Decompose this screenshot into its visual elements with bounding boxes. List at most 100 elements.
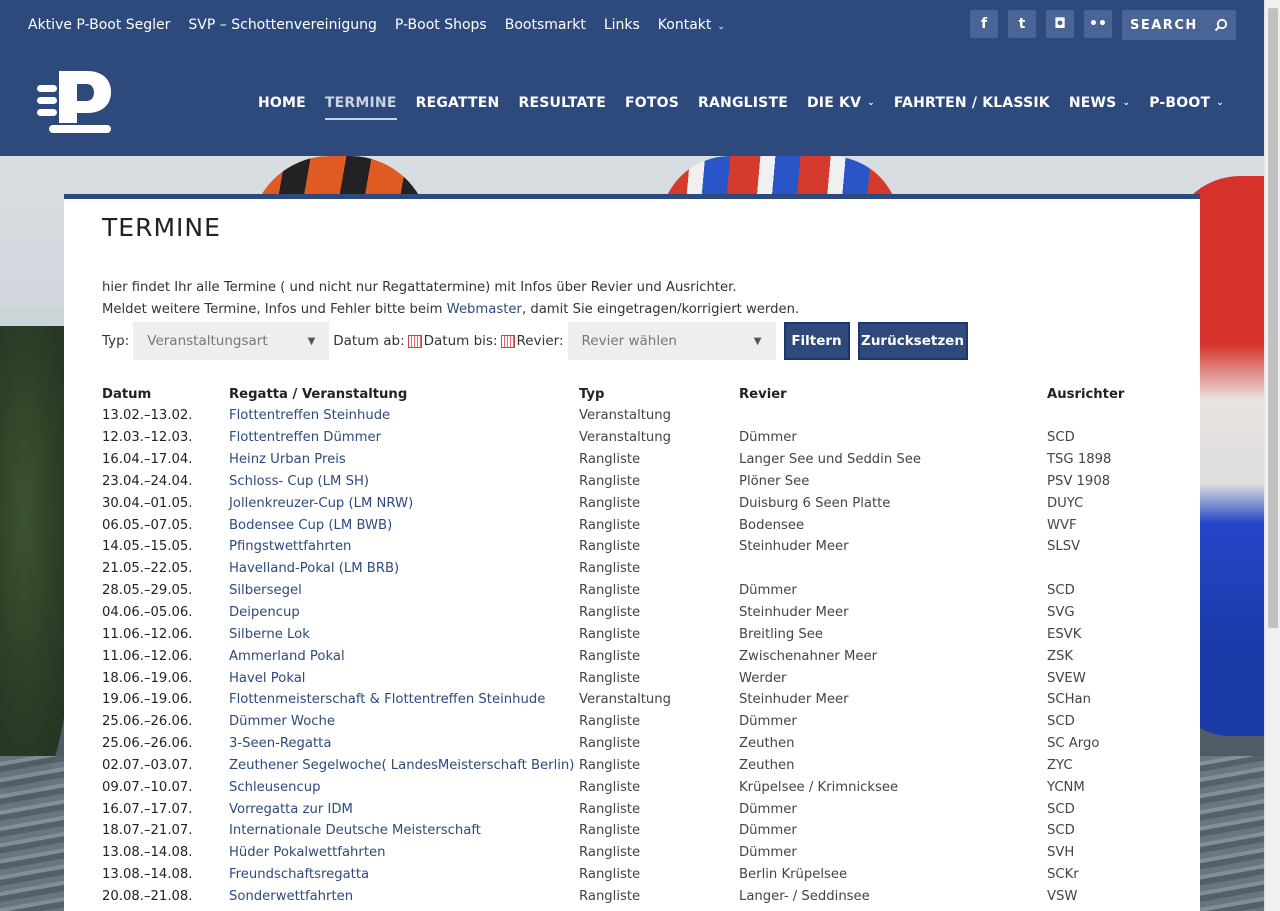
datum-ab-calendar-icon[interactable]: [407, 334, 422, 348]
chevron-down-icon: ⌄: [1122, 98, 1131, 108]
filter-button[interactable]: Filtern: [783, 322, 850, 360]
cell-datum: 30.04.–01.05.: [102, 495, 193, 511]
cell-datum: 23.04.–24.04.: [102, 473, 193, 489]
cell-ausrichter: ESVK: [1047, 626, 1082, 642]
revier-select[interactable]: Revier wählen ▼: [567, 322, 776, 360]
cell-regatta-link[interactable]: Dümmer Woche: [229, 711, 579, 733]
typ-select-arrow-icon: ▼: [307, 335, 316, 347]
cell-datum: 16.04.–17.04.: [102, 452, 193, 468]
twitter-icon[interactable]: t: [1008, 10, 1036, 38]
top-link-1[interactable]: SVP – Schottenvereinigung: [188, 17, 376, 33]
typ-select[interactable]: Veranstaltungsart ▼: [133, 322, 330, 360]
cell-regatta-link[interactable]: Deipencup: [229, 602, 579, 624]
cell-typ: Rangliste: [579, 561, 641, 577]
header-typ[interactable]: Typ: [579, 384, 739, 405]
intro-line-1: hier findet Ihr alle Termine ( und nicht…: [102, 280, 737, 295]
cell-regatta-link[interactable]: Silbersegel: [229, 580, 579, 602]
top-link-5[interactable]: Kontakt ⌄: [658, 17, 725, 33]
cell-revier: Berlin Krüpelsee: [739, 867, 848, 883]
main-nav: HOME TERMINE REGATTEN RESULTATE FOTOS RANGLIS…: [239, 50, 1224, 156]
cell-regatta-link[interactable]: Jollenkreuzer-Cup (LM NRW): [229, 492, 579, 514]
cell-revier: Breitling See: [739, 626, 823, 642]
nav-item-label: FOTOS: [625, 95, 680, 111]
cell-regatta-link[interactable]: Sonderwettfahrten: [229, 886, 579, 908]
cell-regatta-link[interactable]: Heinz Urban Preis: [229, 449, 579, 471]
cell-datum: 20.08.–21.08.: [102, 888, 193, 904]
cell-revier: Plöner See: [739, 473, 810, 489]
cell-regatta-link[interactable]: Ammerland Pokal: [229, 645, 579, 667]
page-scrollbar[interactable]: [1264, 0, 1280, 911]
scrollbar-thumb[interactable]: [1268, 8, 1278, 628]
top-link-label: Kontakt: [657, 17, 712, 33]
cell-regatta-link[interactable]: Havel Pokal: [229, 667, 579, 689]
flickr-icon[interactable]: ••: [1084, 10, 1112, 38]
instagram-icon[interactable]: ◘: [1046, 10, 1074, 38]
cell-datum: 11.06.–12.06.: [102, 648, 193, 664]
cell-typ: Veranstaltung: [579, 430, 672, 446]
search-icon[interactable]: [1214, 18, 1228, 32]
cell-regatta-link[interactable]: 3-Seen-Regatta: [229, 733, 579, 755]
cell-regatta-link[interactable]: Vorregatta zur IDM: [229, 798, 579, 820]
table-row: 19.06.–19.06. Flottenmeisterschaft & Flot…: [102, 689, 1167, 711]
reset-button[interactable]: Zurücksetzen: [857, 322, 968, 360]
nav-item-rangliste[interactable]: RANGLISTE: [698, 95, 788, 111]
top-link-3[interactable]: Bootsmarkt: [505, 17, 586, 33]
facebook-icon[interactable]: f: [970, 10, 998, 38]
datum-bis-calendar-icon[interactable]: [500, 334, 515, 348]
nav-item-termine[interactable]: TERMINE: [324, 95, 397, 120]
cell-ausrichter: SLSV: [1047, 539, 1081, 555]
cell-typ: Rangliste: [579, 714, 641, 730]
cell-typ: Rangliste: [579, 845, 641, 861]
intro-line-2-text: Meldet weitere Termine, Infos und Fehler…: [102, 302, 447, 317]
header-datum[interactable]: Datum: [102, 384, 229, 405]
cell-regatta-link[interactable]: Schloss- Cup (LM SH): [229, 471, 579, 493]
nav-item-news[interactable]: NEWS ⌄: [1069, 95, 1130, 111]
cell-typ: Rangliste: [579, 867, 641, 883]
nav-item-resultate[interactable]: RESULTATE: [518, 95, 606, 111]
table-row: 02.07.–03.07. Zeuthener Segelwoche( Lande…: [102, 755, 1167, 777]
cell-regatta-link[interactable]: Internationale Deutsche Meisterschaft: [229, 820, 579, 842]
cell-ausrichter: [1047, 405, 1167, 427]
cell-regatta-link[interactable]: Flottenmeisterschaft & Flottentreffen St…: [229, 689, 579, 711]
site-logo[interactable]: [37, 71, 111, 133]
revier-select-value: Revier wählen: [581, 333, 677, 349]
top-link-2[interactable]: P-Boot Shops: [395, 17, 487, 33]
cell-regatta-link[interactable]: Zeuthener Segelwoche( LandesMeisterschaf…: [229, 755, 579, 777]
header-revier[interactable]: Revier: [739, 384, 1047, 405]
cell-regatta-link[interactable]: Hüder Pokalwettfahrten: [229, 842, 579, 864]
nav-item-fahrten-klassik[interactable]: FAHRTEN / KLASSIK: [894, 95, 1050, 111]
nav-item-die-kv[interactable]: DIE KV ⌄: [807, 95, 875, 111]
cell-regatta-link[interactable]: Pfingstwettfahrten: [229, 536, 579, 558]
cell-regatta-link[interactable]: Flottentreffen Steinhude: [229, 405, 579, 427]
cell-revier: Krüpelsee / Krimnicksee: [739, 779, 899, 795]
cell-regatta-link[interactable]: Havelland-Pokal (LM BRB): [229, 558, 579, 580]
nav-item-fotos[interactable]: FOTOS: [625, 95, 679, 111]
cell-revier: Dümmer: [739, 583, 797, 599]
nav-item-p-boot[interactable]: P-BOOT ⌄: [1149, 95, 1224, 111]
cell-datum: 25.06.–26.06.: [102, 714, 193, 730]
table-row: 27.08.–28.08.HerbstwettfahrtenRangliste: [102, 907, 1167, 911]
table-row: 21.05.–22.05. Havelland-Pokal (LM BRB) Ran…: [102, 558, 1167, 580]
cell-regatta-link[interactable]: Flottentreffen Dümmer: [229, 427, 579, 449]
cell-ausrichter: SC Argo: [1047, 736, 1100, 752]
cell-regatta-link[interactable]: Schleusencup: [229, 776, 579, 798]
table-row: 16.04.–17.04. Heinz Urban Preis Rangliste L…: [102, 449, 1167, 471]
cell-regatta-link[interactable]: Herbstwettfahrten: [229, 907, 579, 911]
table-row: 13.08.–14.08. Freundschaftsregatta Ranglis…: [102, 864, 1167, 886]
cell-typ: Rangliste: [579, 539, 641, 555]
webmaster-link[interactable]: Webmaster: [447, 302, 522, 317]
cell-regatta-link[interactable]: Bodensee Cup (LM BWB): [229, 514, 579, 536]
header-ausrichter[interactable]: Ausrichter: [1047, 384, 1167, 405]
header-regatta[interactable]: Regatta / Veranstaltung: [229, 384, 579, 405]
nav-item-home[interactable]: HOME: [258, 95, 306, 111]
search-box[interactable]: SEARCH: [1122, 10, 1236, 40]
table-row: 16.07.–17.07. Vorregatta zur IDM Rangliste…: [102, 798, 1167, 820]
cell-regatta-link[interactable]: Freundschaftsregatta: [229, 864, 579, 886]
search-placeholder: SEARCH: [1130, 17, 1198, 33]
cell-revier: Dümmer: [739, 845, 797, 861]
cell-datum: 27.08.–28.08.: [102, 907, 229, 911]
top-link-0[interactable]: Aktive P-Boot Segler: [28, 17, 170, 33]
nav-item-regatten[interactable]: REGATTEN: [416, 95, 500, 111]
cell-regatta-link[interactable]: Silberne Lok: [229, 623, 579, 645]
top-link-4[interactable]: Links: [604, 17, 640, 33]
